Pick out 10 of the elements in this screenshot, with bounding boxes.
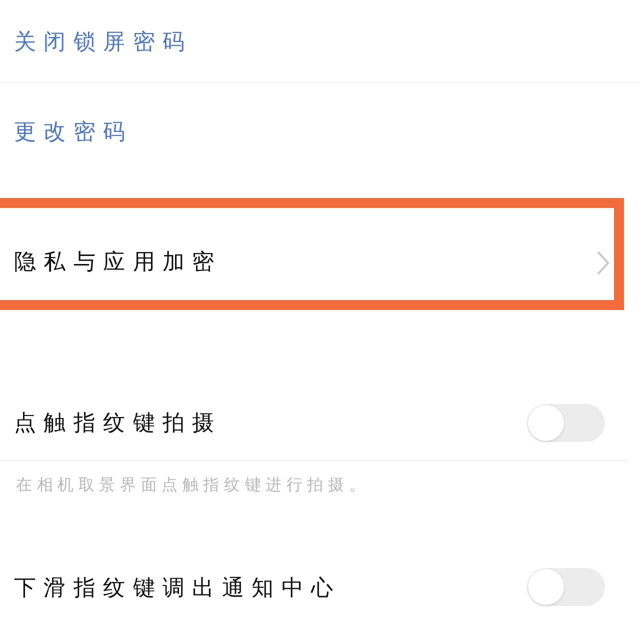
setting-label: 点触指纹键拍摄 bbox=[14, 409, 222, 437]
setting-link[interactable]: 更改密码 bbox=[14, 115, 133, 148]
setting-label: 隐私与应用加密 bbox=[13, 248, 222, 276]
setting-label: 下滑指纹键调出通知中心 bbox=[14, 574, 341, 602]
setting-hint: 在相机取景界面点触指纹键进行拍摄。 bbox=[16, 476, 370, 496]
toggle-switch[interactable] bbox=[527, 404, 605, 442]
setting-link[interactable]: 关闭锁屏密码 bbox=[14, 24, 192, 58]
toggle-switch[interactable] bbox=[527, 568, 605, 606]
highlight-frame[interactable]: 隐私与应用加密 bbox=[0, 198, 624, 310]
chevron-icon bbox=[596, 250, 610, 276]
